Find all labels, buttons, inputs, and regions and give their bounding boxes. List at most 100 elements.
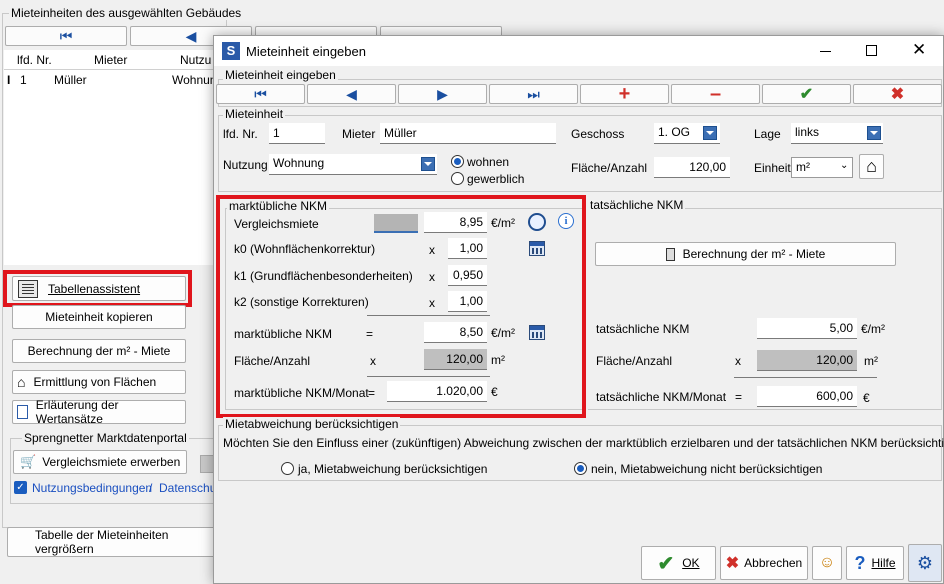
vergleichsmiete-erwerben-label: Vergleichsmiete erwerben xyxy=(42,455,181,469)
nutzung-dropdown-icon[interactable] xyxy=(421,157,435,171)
tats-monat-label: tatsächliche NKM/Monat xyxy=(596,390,727,404)
mieteinheit-title: Mieteinheit xyxy=(223,107,286,121)
erlaeuterung-label: Erläuterung der Wertansätze xyxy=(35,398,119,426)
tabelle-vergroessern-button[interactable]: Tabelle der Mieteinheiten vergrößern xyxy=(7,527,222,557)
group-tatsaechlich xyxy=(588,208,942,410)
datenschutz-link[interactable]: Datenschu xyxy=(159,481,216,495)
radio-gewerblich-label: gewerblich xyxy=(467,172,525,186)
first-icon: ⏮ xyxy=(254,85,267,102)
radio-mietabweichung-ja[interactable] xyxy=(281,462,294,475)
remote-support-button[interactable]: ⚙ xyxy=(908,544,942,582)
nutzung-label: Nutzung xyxy=(223,158,268,172)
dialog-delete-button[interactable]: – xyxy=(671,82,760,105)
hilfe-button[interactable]: ? Hilfe xyxy=(846,546,904,580)
minimize-icon[interactable] xyxy=(820,51,831,52)
list-body xyxy=(4,70,226,265)
cross-icon: ✖ xyxy=(725,555,740,572)
lfd-nr-label: lfd. Nr. xyxy=(223,127,258,141)
tats-berechnung-button[interactable]: Berechnung der m² - Miete xyxy=(595,242,896,266)
scroll-stub xyxy=(200,455,214,473)
lage-dropdown-icon[interactable] xyxy=(867,126,881,140)
ok-button[interactable]: ✔ OK xyxy=(641,546,716,580)
tats-berechnung-label: Berechnung der m² - Miete xyxy=(682,247,826,261)
tats-separator xyxy=(734,377,877,378)
mieter-input[interactable] xyxy=(380,123,556,144)
radio-wohnen[interactable] xyxy=(451,155,464,168)
close-icon[interactable]: ✕ xyxy=(912,40,926,60)
checkbox-nutzungsbedingungen[interactable]: ✓ xyxy=(14,481,27,494)
row-mieter: Müller xyxy=(54,73,87,87)
radio-ja-label: ja, Mietabweichung berücksichtigen xyxy=(298,462,488,476)
tats-flaeche-unit: m² xyxy=(864,354,878,368)
flaeche-input[interactable] xyxy=(654,157,730,178)
column-header-mieter[interactable]: Mieter xyxy=(94,53,127,67)
nutzung-select[interactable]: Wohnung xyxy=(269,154,437,175)
dialog-window: S Mieteinheit eingeben ✕ Mieteinheit ein… xyxy=(213,35,944,584)
radio-gewerblich[interactable] xyxy=(451,172,464,185)
einheit-label: Einheit xyxy=(754,161,791,175)
plus-icon: + xyxy=(618,82,631,105)
dialog-next-button[interactable]: ▶ xyxy=(398,84,487,104)
house-grid-icon: ⌂ xyxy=(866,156,877,176)
app-icon: S xyxy=(222,42,240,60)
row-nutzung: Wohnun xyxy=(172,73,217,87)
dialog-first-button[interactable]: ⏮ xyxy=(216,84,305,104)
minus-icon: – xyxy=(709,82,722,105)
document-icon xyxy=(17,405,28,419)
row-marker: I xyxy=(7,73,11,87)
geschoss-value: 1. OG xyxy=(658,125,691,139)
ermittlung-flaechen-button[interactable]: ⌂ Ermittlung von Flächen xyxy=(12,370,186,394)
cross-icon: ✖ xyxy=(890,86,905,103)
calculator-icon xyxy=(665,247,675,261)
lfd-nr-input[interactable] xyxy=(269,123,325,144)
nav-first-button[interactable]: ⏮ xyxy=(5,26,127,46)
tats-flaeche-input xyxy=(757,350,857,371)
geschoss-label: Geschoss xyxy=(571,127,625,141)
column-header-nr[interactable]: lfd. Nr. xyxy=(17,53,52,67)
berechnung-label: Berechnung der m² - Miete xyxy=(27,344,171,358)
row-nr: 1 xyxy=(20,73,27,87)
radio-wohnen-label: wohnen xyxy=(467,155,510,169)
abbrechen-button[interactable]: ✖ Abbrechen xyxy=(720,546,808,580)
mietabweichung-title: Mietabweichung berücksichtigen xyxy=(223,417,401,431)
dialog-title: Mieteinheit eingeben xyxy=(246,44,366,59)
support-icon: ⚙ xyxy=(916,552,934,573)
erlaeuterung-button[interactable]: Erläuterung der Wertansätze xyxy=(12,398,186,426)
tatsaechlich-title: tatsächliche NKM xyxy=(588,198,686,212)
lage-value: links xyxy=(795,125,820,139)
tats-monat-eq: = xyxy=(735,390,743,404)
assistant-button[interactable]: ☺ xyxy=(812,546,842,580)
einheit-chevron-icon[interactable]: ⌄ xyxy=(840,160,848,171)
dialog-last-button[interactable]: ⏭ xyxy=(489,84,578,104)
tats-monat-input[interactable] xyxy=(757,386,857,407)
slash-separator: / xyxy=(149,481,153,495)
mieteinheit-kopieren-button[interactable]: Mieteinheit kopieren xyxy=(12,305,186,329)
geschoss-dropdown-icon[interactable] xyxy=(703,126,717,140)
mietabweichung-question: Möchten Sie den Einfluss einer (zukünfti… xyxy=(223,436,944,450)
nutzungsbedingungen-link[interactable]: Nutzungsbedingungen xyxy=(32,481,152,495)
vergleichsmiete-erwerben-button[interactable]: 🛒 Vergleichsmiete erwerben xyxy=(13,450,187,474)
flaeche-label: Fläche/Anzahl xyxy=(571,161,648,175)
maximize-icon[interactable] xyxy=(866,45,877,56)
group-title-mieteinheiten: Mieteinheiten des ausgewählten Gebäudes xyxy=(9,6,244,20)
tats-nkm-unit: €/m² xyxy=(861,322,885,336)
dialog-prev-button[interactable]: ◀ xyxy=(307,84,396,104)
cart-icon: 🛒 xyxy=(20,454,37,469)
ermittlung-house-button[interactable]: ⌂ xyxy=(859,154,884,179)
dialog-confirm-button[interactable]: ✔ xyxy=(762,84,851,104)
ok-label: OK xyxy=(682,556,700,570)
dialog-discard-button[interactable]: ✖ xyxy=(853,84,942,104)
mieter-label: Mieter xyxy=(342,127,376,141)
tats-nkm-input[interactable] xyxy=(757,318,857,339)
tabelle-vergroessern-label: Tabelle der Mieteinheiten vergrößern xyxy=(35,528,169,556)
dialog-add-button[interactable]: + xyxy=(580,82,669,105)
tats-flaeche-x: x xyxy=(735,354,741,368)
berechnung-miete-button[interactable]: Berechnung der m² - Miete xyxy=(12,339,186,363)
column-header-nutzung[interactable]: Nutzu xyxy=(180,53,211,67)
ermittlung-label: Ermittlung von Flächen xyxy=(33,375,157,389)
radio-nein-label: nein, Mietabweichung nicht berücksichtig… xyxy=(591,462,823,476)
nav-group-title: Mieteinheit eingeben xyxy=(223,68,338,82)
tats-flaeche-label: Fläche/Anzahl xyxy=(596,354,673,368)
radio-mietabweichung-nein[interactable] xyxy=(574,462,587,475)
highlight-tabellenassistent xyxy=(3,270,192,307)
